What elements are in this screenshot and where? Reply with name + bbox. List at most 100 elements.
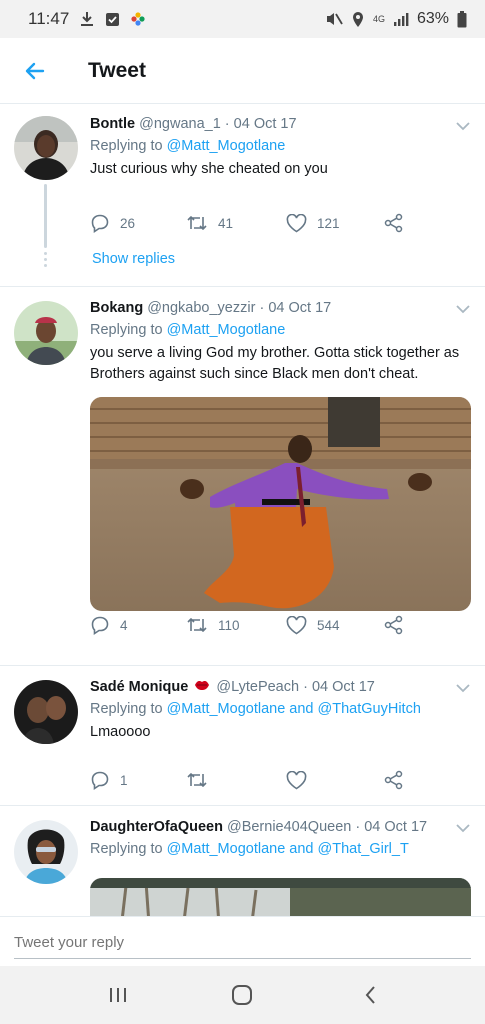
- reply-button[interactable]: 26: [90, 213, 135, 233]
- reply-feed: Bontle @ngwana_1 · 04 Oct 17 Replying to…: [0, 104, 485, 916]
- tweet-actions: 4 110 544: [90, 613, 420, 637]
- avatar[interactable]: [14, 680, 78, 744]
- avatar[interactable]: [14, 820, 78, 884]
- network-type: 4G: [372, 13, 385, 24]
- retweet-count: 110: [218, 617, 240, 633]
- separator: ·: [299, 679, 312, 695]
- separator: ·: [220, 116, 234, 132]
- chevron-down-icon[interactable]: [455, 301, 471, 317]
- recent-apps-button[interactable]: [88, 980, 148, 1010]
- reply-input[interactable]: [14, 927, 471, 959]
- separator: ·: [351, 819, 365, 835]
- author-handle[interactable]: @ngkabo_yezzir: [147, 300, 255, 316]
- reply-icon: [91, 771, 109, 790]
- tweet-date: 04 Oct 17: [268, 300, 332, 316]
- tweet-text: you serve a living God my brother. Gotta…: [90, 345, 460, 382]
- chevron-left-icon: [365, 986, 375, 1004]
- share-icon: [384, 213, 403, 233]
- reply-button[interactable]: 4: [90, 615, 128, 635]
- chevron-down-icon[interactable]: [455, 680, 471, 696]
- tweet-actions: 26 41 121: [90, 211, 420, 235]
- share-button[interactable]: [384, 770, 404, 790]
- replying-to-prefix: Replying to: [90, 701, 167, 718]
- reply-count: 26: [120, 215, 136, 231]
- replying-to: Replying to @Matt_Mogotlane and @That_Gi…: [90, 839, 471, 859]
- like-count: 544: [317, 617, 340, 633]
- tweet-bokang[interactable]: Bokang @ngkabo_yezzir · 04 Oct 17 Replyi…: [0, 287, 485, 666]
- separator: ·: [255, 300, 269, 316]
- like-button[interactable]: 121: [286, 213, 340, 233]
- like-button[interactable]: 544: [286, 615, 340, 635]
- reply-button[interactable]: 1: [90, 770, 128, 790]
- reply-icon: [91, 616, 109, 635]
- mention-link[interactable]: @Matt_Mogotlane and @That_Girl_T: [167, 841, 409, 857]
- battery-icon: [457, 10, 467, 28]
- author-handle[interactable]: @LytePeach: [216, 679, 299, 695]
- tweet-image[interactable]: [90, 878, 471, 916]
- thread-dots: [44, 252, 47, 270]
- author-name[interactable]: Bokang: [90, 300, 143, 316]
- avatar[interactable]: [14, 116, 78, 180]
- chevron-down-icon[interactable]: [455, 118, 471, 134]
- mention-link[interactable]: @Matt_Mogotlane and @ThatGuyHitch: [167, 701, 421, 717]
- tweet-date: 04 Oct 17: [364, 819, 428, 835]
- author-handle[interactable]: @ngwana_1: [139, 116, 221, 132]
- replying-to: Replying to @Matt_Mogotlane: [90, 136, 471, 156]
- header: Tweet: [0, 38, 485, 104]
- chevron-down-icon[interactable]: [455, 820, 471, 836]
- battery-level: 63%: [416, 10, 449, 27]
- author-name[interactable]: Sadé Monique: [90, 679, 188, 695]
- reply-count: 4: [120, 617, 128, 633]
- reply-count: 1: [120, 772, 128, 788]
- replying-to: Replying to @Matt_Mogotlane and @ThatGuy…: [90, 699, 471, 719]
- show-replies-link[interactable]: Show replies: [92, 251, 175, 267]
- tweet-header: Bontle @ngwana_1 · 04 Oct 17: [90, 114, 471, 134]
- reply-composer: [0, 916, 485, 966]
- retweet-icon: [187, 618, 207, 632]
- lips-emoji-icon: [194, 677, 210, 697]
- tweet-date: 04 Oct 17: [311, 679, 375, 695]
- mention-link[interactable]: @Matt_Mogotlane: [167, 138, 286, 154]
- author-name[interactable]: DaughterOfaQueen: [90, 819, 223, 835]
- recent-apps-icon: [110, 988, 126, 1002]
- retweet-button[interactable]: 41: [186, 214, 233, 232]
- like-button[interactable]: [286, 770, 307, 790]
- tweet-text: Lmaoooo: [90, 724, 151, 741]
- heart-icon: [286, 770, 307, 789]
- mention-link[interactable]: @Matt_Mogotlane: [167, 322, 286, 338]
- home-icon: [232, 985, 252, 1005]
- back-nav-button[interactable]: [340, 980, 400, 1010]
- tweet-header: Sadé Monique @LytePeach · 04 Oct 17: [90, 677, 471, 697]
- share-icon: [384, 615, 403, 635]
- status-time: 11:47: [28, 9, 70, 28]
- retweet-icon: [187, 773, 207, 787]
- tweet-date: 04 Oct 17: [233, 116, 297, 132]
- back-arrow-icon: [25, 62, 45, 79]
- tweet-bontle[interactable]: Bontle @ngwana_1 · 04 Oct 17 Replying to…: [0, 104, 485, 287]
- share-icon: [384, 770, 403, 790]
- checkbox-notification-icon: [105, 12, 120, 27]
- replying-to: Replying to @Matt_Mogotlane: [90, 320, 471, 340]
- share-button[interactable]: [384, 213, 404, 233]
- system-nav-bar: [0, 966, 485, 1024]
- back-button[interactable]: [2, 38, 68, 104]
- tweet-sade-monique[interactable]: Sadé Monique @LytePeach · 04 Oct 17 Repl…: [0, 666, 485, 806]
- home-button[interactable]: [212, 980, 272, 1010]
- retweet-button[interactable]: 110: [186, 616, 240, 634]
- like-count: 121: [317, 215, 340, 231]
- heart-icon: [286, 213, 307, 232]
- tweet-header: Bokang @ngkabo_yezzir · 04 Oct 17: [90, 298, 471, 318]
- tweet-text: Just curious why she cheated on you: [90, 161, 328, 177]
- avatar[interactable]: [14, 301, 78, 365]
- share-button[interactable]: [384, 615, 404, 635]
- tweet-image[interactable]: [90, 397, 471, 611]
- signal-icon: [393, 12, 409, 27]
- author-handle[interactable]: @Bernie404Queen: [227, 819, 351, 835]
- download-icon: [79, 11, 95, 27]
- replying-to-prefix: Replying to: [90, 322, 167, 338]
- tweet-daughterofaqueen[interactable]: DaughterOfaQueen @Bernie404Queen · 04 Oc…: [0, 806, 485, 916]
- retweet-count: 41: [218, 215, 234, 231]
- author-name[interactable]: Bontle: [90, 116, 135, 132]
- status-bar: 11:47 4G 63%: [0, 0, 485, 38]
- retweet-button[interactable]: [186, 771, 208, 789]
